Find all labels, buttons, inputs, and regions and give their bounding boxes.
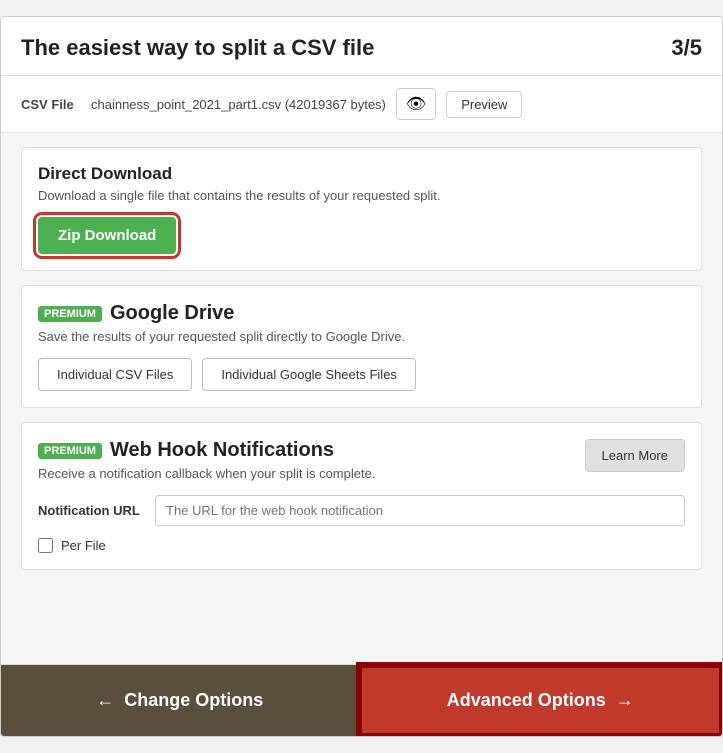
change-options-button[interactable]: ← Change Options bbox=[1, 665, 359, 736]
zip-download-button[interactable]: Zip Download bbox=[38, 217, 176, 254]
direct-download-section: Direct Download Download a single file t… bbox=[21, 147, 702, 271]
individual-csv-files-button[interactable]: Individual CSV Files bbox=[38, 358, 192, 391]
footer: ← Change Options Advanced Options → bbox=[1, 664, 722, 736]
advanced-options-button[interactable]: Advanced Options → bbox=[359, 665, 723, 736]
notification-url-input[interactable] bbox=[155, 495, 685, 526]
main-content: Direct Download Download a single file t… bbox=[1, 133, 722, 664]
individual-sheets-files-button[interactable]: Individual Google Sheets Files bbox=[202, 358, 416, 391]
google-drive-description: Save the results of your requested split… bbox=[38, 329, 685, 344]
step-indicator: 3/5 bbox=[671, 35, 702, 61]
drive-buttons-row: Individual CSV Files Individual Google S… bbox=[38, 358, 685, 391]
per-file-row: Per File bbox=[38, 538, 685, 553]
per-file-checkbox[interactable] bbox=[38, 538, 53, 553]
change-options-label: Change Options bbox=[124, 690, 263, 711]
webhook-premium-badge: PREMIUM bbox=[38, 443, 102, 459]
page-title: The easiest way to split a CSV file bbox=[21, 35, 374, 61]
per-file-label: Per File bbox=[61, 538, 106, 553]
csv-file-row: CSV File chainness_point_2021_part1.csv … bbox=[1, 76, 722, 133]
direct-download-title: Direct Download bbox=[38, 164, 685, 184]
advanced-options-label: Advanced Options bbox=[447, 690, 606, 711]
webhook-description: Receive a notification callback when you… bbox=[38, 466, 375, 481]
forward-arrow-icon: → bbox=[616, 690, 634, 711]
google-drive-title-row: PREMIUM Google Drive bbox=[38, 302, 685, 325]
csv-file-label: CSV File bbox=[21, 97, 81, 112]
preview-eye-button[interactable]: 👁 bbox=[396, 88, 436, 120]
webhook-title: Web Hook Notifications bbox=[110, 439, 334, 462]
notification-url-row: Notification URL bbox=[38, 495, 685, 526]
webhook-header-row: PREMIUM Web Hook Notifications Receive a… bbox=[38, 439, 685, 481]
google-drive-title: Google Drive bbox=[110, 302, 234, 325]
webhook-title-area: PREMIUM Web Hook Notifications Receive a… bbox=[38, 439, 375, 481]
webhook-section: PREMIUM Web Hook Notifications Receive a… bbox=[21, 422, 702, 570]
back-arrow-icon: ← bbox=[96, 690, 114, 711]
notification-url-label: Notification URL bbox=[38, 503, 143, 518]
google-drive-premium-badge: PREMIUM bbox=[38, 306, 102, 322]
eye-icon: 👁 bbox=[406, 94, 426, 114]
preview-button[interactable]: Preview bbox=[446, 91, 522, 118]
header: The easiest way to split a CSV file 3/5 bbox=[1, 17, 722, 76]
learn-more-button[interactable]: Learn More bbox=[585, 439, 685, 472]
main-window: The easiest way to split a CSV file 3/5 … bbox=[0, 16, 723, 737]
csv-filename: chainness_point_2021_part1.csv (42019367… bbox=[91, 97, 386, 112]
webhook-title-row: PREMIUM Web Hook Notifications bbox=[38, 439, 375, 462]
google-drive-section: PREMIUM Google Drive Save the results of… bbox=[21, 285, 702, 408]
direct-download-description: Download a single file that contains the… bbox=[38, 188, 685, 203]
